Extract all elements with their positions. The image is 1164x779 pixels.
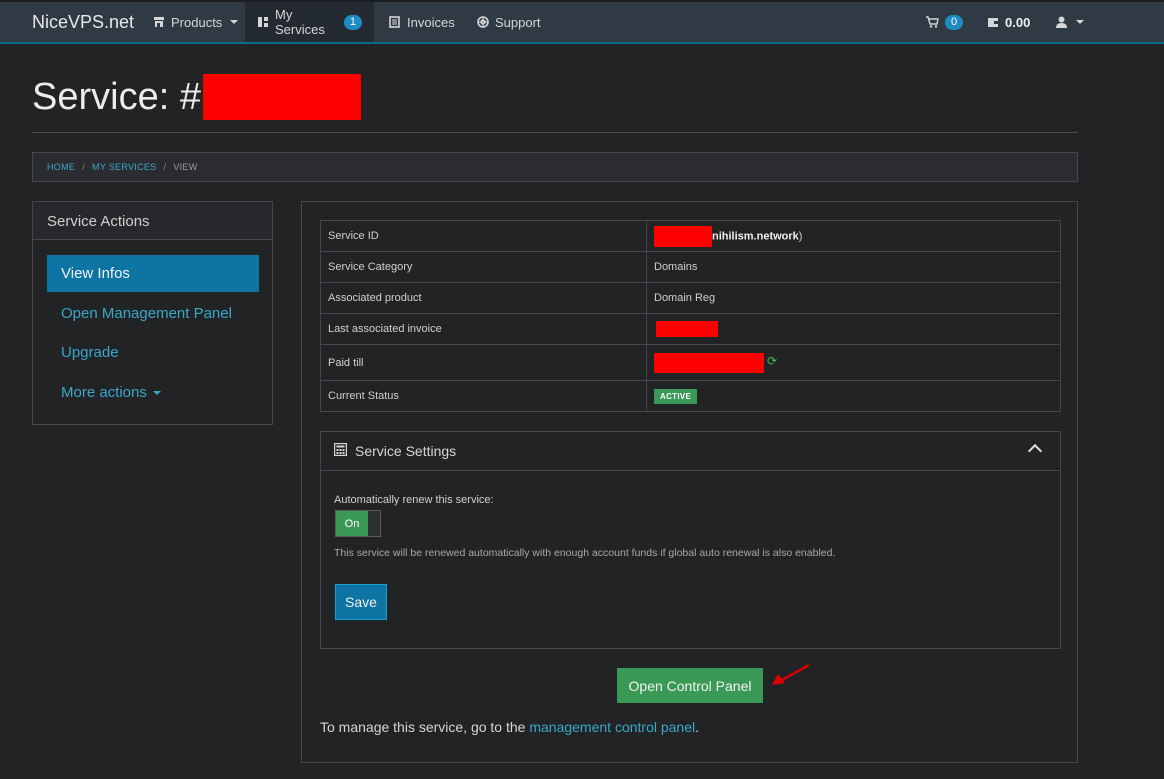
toggle-on-label: On: [336, 511, 368, 536]
status-badge: ACTIVE: [654, 389, 698, 404]
sidebar-item-label: View Infos: [61, 265, 130, 282]
account-balance: 0.00: [1005, 14, 1031, 30]
nav-products-label: Products: [171, 14, 223, 30]
sidebar-item-label: Upgrade: [61, 344, 119, 361]
sidebar-item-upgrade[interactable]: Upgrade: [47, 334, 259, 371]
nav-my-services[interactable]: My Services 1: [245, 2, 374, 42]
nav-support[interactable]: Support: [464, 2, 553, 42]
service-actions-sidebar: Service Actions View Infos Open Manageme…: [32, 201, 273, 425]
save-button[interactable]: Save: [335, 584, 387, 620]
auto-renew-toggle[interactable]: On: [335, 510, 381, 537]
last-invoice-value[interactable]: [646, 313, 1061, 345]
associated-product-value: Domain Reg: [646, 282, 1061, 314]
row-key: Service Category: [320, 251, 647, 283]
wallet-icon: [986, 16, 999, 29]
auto-renew-help: This service will be renewed automatical…: [334, 547, 836, 559]
service-id-value: nihilism.network): [646, 220, 1061, 252]
breadcrumb-separator: /: [82, 162, 86, 172]
service-detail-panel: Service ID nihilism.network) Service Cat…: [301, 201, 1078, 763]
nav-invoices-label: Invoices: [407, 14, 455, 30]
paid-till-value: ⟳: [646, 344, 1061, 381]
row-key: Last associated invoice: [320, 313, 647, 345]
settings-header[interactable]: Service Settings: [321, 432, 1060, 471]
settings-heading: Service Settings: [355, 443, 457, 459]
top-navbar: NiceVPS.net Products My Services 1 Invoi…: [0, 0, 1164, 44]
chevron-down-icon: [230, 20, 239, 24]
sidebar-item-more-actions[interactable]: More actions: [47, 374, 259, 411]
service-category-value: Domains: [646, 251, 1061, 283]
store-icon: [152, 16, 165, 29]
chevron-up-icon[interactable]: [1027, 443, 1043, 459]
page-title: Service: #: [32, 74, 361, 120]
table-row: Associated product Domain Reg: [320, 282, 1061, 314]
breadcrumb-current: VIEW: [173, 162, 198, 172]
user-icon: [1055, 16, 1068, 29]
service-info-table: Service ID nihilism.network) Service Cat…: [320, 220, 1061, 412]
invoice-icon: [388, 16, 401, 29]
manage-suffix: .: [695, 719, 700, 735]
services-icon: [257, 16, 269, 29]
settings-icon: [333, 442, 348, 459]
manage-prefix: To manage this service, go to the: [320, 719, 530, 735]
redacted-id: [654, 225, 712, 247]
services-count-badge: 1: [343, 14, 362, 30]
red-arrow-annotation: [772, 663, 810, 685]
row-key: Current Status: [320, 380, 647, 412]
nav-my-services-label: My Services: [275, 7, 325, 37]
sidebar-item-label: More actions: [61, 384, 147, 401]
cart-icon: [926, 16, 939, 29]
service-id-suffix: ): [798, 229, 803, 242]
status-cell: ACTIVE: [646, 380, 1061, 412]
table-row: Current Status ACTIVE: [320, 380, 1061, 412]
row-key: Service ID: [320, 220, 647, 252]
refresh-icon[interactable]: ⟳: [767, 354, 777, 368]
row-key: Associated product: [320, 282, 647, 314]
nav-user-menu[interactable]: [1043, 2, 1096, 42]
open-control-panel-button[interactable]: Open Control Panel: [617, 668, 763, 703]
table-row: Last associated invoice: [320, 313, 1061, 345]
redacted-invoice: [656, 321, 718, 337]
table-row: Paid till ⟳: [320, 344, 1061, 381]
nav-cart[interactable]: 0: [914, 2, 975, 42]
nav-support-label: Support: [495, 14, 541, 30]
service-settings-panel: Service Settings Automatically renew thi…: [320, 431, 1061, 649]
lifebuoy-icon: [476, 16, 489, 29]
breadcrumb: HOME / MY SERVICES / VIEW: [32, 152, 1078, 182]
breadcrumb-home[interactable]: HOME: [47, 162, 75, 172]
redacted-service-id: [202, 74, 361, 120]
row-key: Paid till: [320, 344, 647, 381]
manage-instructions: To manage this service, go to the manage…: [320, 719, 699, 735]
sidebar-heading: Service Actions: [33, 202, 272, 240]
sidebar-item-label: Open Management Panel: [61, 305, 232, 322]
nav-balance[interactable]: 0.00: [974, 2, 1042, 42]
management-panel-link[interactable]: management control panel: [529, 719, 695, 735]
brand-logo[interactable]: NiceVPS.net: [32, 12, 134, 33]
page-title-text: Service: #: [32, 75, 201, 118]
nav-invoices[interactable]: Invoices: [376, 2, 467, 42]
breadcrumb-my-services[interactable]: MY SERVICES: [92, 162, 157, 172]
service-domain: nihilism.network: [712, 229, 799, 242]
nav-products[interactable]: Products: [140, 2, 250, 42]
sidebar-item-view-infos[interactable]: View Infos: [47, 255, 259, 292]
table-row: Service ID nihilism.network): [320, 220, 1061, 252]
breadcrumb-separator: /: [163, 162, 167, 172]
title-divider: [32, 132, 1078, 133]
chevron-down-icon: [152, 390, 161, 395]
auto-renew-label: Automatically renew this service:: [334, 494, 494, 506]
chevron-down-icon: [1076, 20, 1084, 24]
table-row: Service Category Domains: [320, 251, 1061, 283]
cart-count-badge: 0: [945, 14, 964, 30]
redacted-paid-till: [654, 352, 764, 373]
sidebar-item-open-management-panel[interactable]: Open Management Panel: [47, 295, 259, 332]
